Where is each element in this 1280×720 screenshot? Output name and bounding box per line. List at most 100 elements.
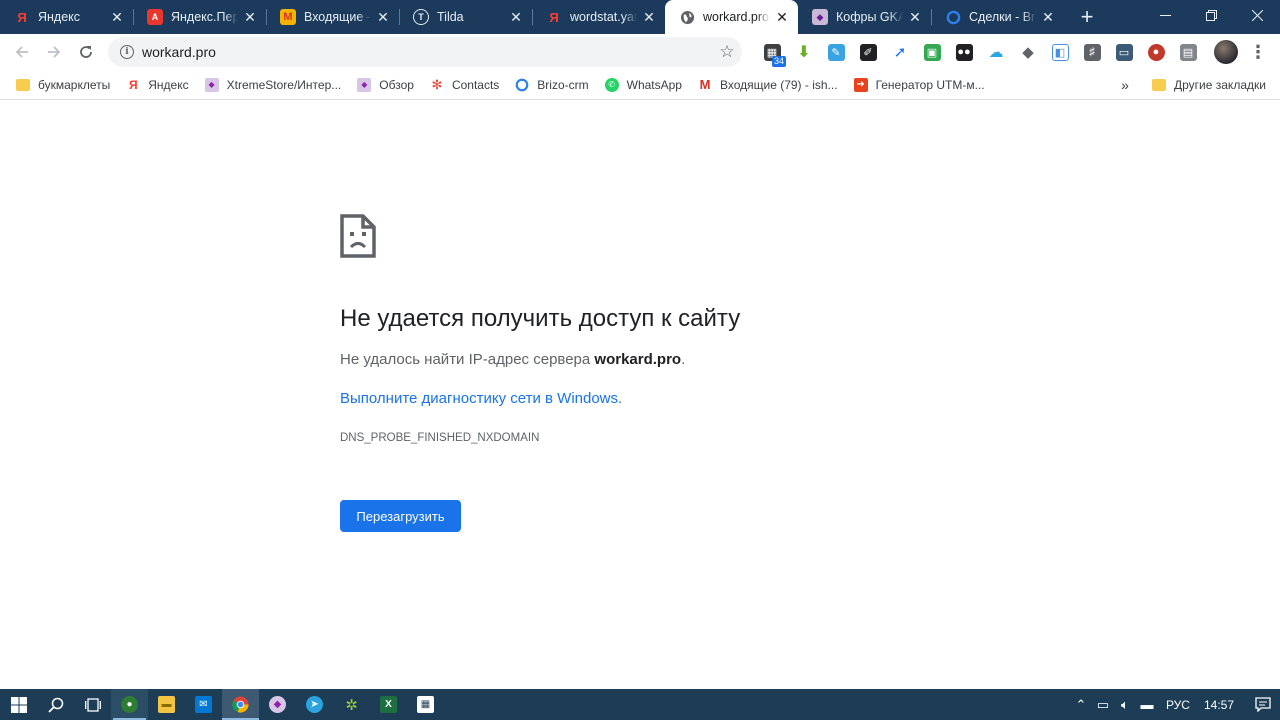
url-text[interactable]: workard.pro xyxy=(142,44,712,60)
bookmark-label: XtremeStore/Интер... xyxy=(226,77,342,92)
close-icon[interactable]: ✕ xyxy=(508,9,524,25)
tab-tilda[interactable]: T Tilda ✕ xyxy=(399,0,532,34)
yandex-icon: Я xyxy=(549,9,559,25)
minimize-button[interactable] xyxy=(1142,0,1188,30)
window-close-button[interactable] xyxy=(1234,0,1280,30)
minimize-icon xyxy=(1159,14,1171,16)
taskbar-app-chrome[interactable] xyxy=(222,689,259,720)
bookmark-item[interactable]: ◆ XtremeStore/Интер... xyxy=(197,71,350,99)
bookmark-label: Входящие (79) - ish... xyxy=(719,77,838,92)
restore-button[interactable] xyxy=(1188,0,1234,30)
menu-button[interactable]: ⋮ xyxy=(1246,34,1270,70)
notification-button[interactable] xyxy=(1246,697,1280,712)
reload-icon xyxy=(80,46,92,58)
extension-button[interactable]: ☁ xyxy=(980,34,1012,70)
tab-workard[interactable]: workard.pro ✕ xyxy=(665,0,798,34)
extension-button[interactable]: ⬇ xyxy=(788,34,820,70)
info-icon[interactable]: i xyxy=(120,45,134,59)
reload-button[interactable] xyxy=(70,36,102,68)
network-diagnostics-link[interactable]: Выполните диагностику сети в Windows xyxy=(340,390,618,407)
extension-button[interactable]: ✐ xyxy=(852,34,884,70)
back-button[interactable] xyxy=(6,36,38,68)
tab-yandex-translate[interactable]: A Яндекс.Персональный ✕ xyxy=(133,0,266,34)
extension-button[interactable]: ✎ xyxy=(820,34,852,70)
error-title: Не удается получить доступ к сайту xyxy=(340,305,741,332)
edit-icon: ✎ xyxy=(827,43,845,61)
bookmark-item[interactable]: M Входящие (79) - ish... xyxy=(690,71,846,99)
close-icon[interactable]: ✕ xyxy=(641,9,657,25)
forward-button[interactable] xyxy=(38,36,70,68)
task-view-icon xyxy=(84,697,101,712)
clock[interactable]: 14:57 xyxy=(1198,698,1246,712)
volume-icon[interactable]: 🔈︎ xyxy=(1114,697,1136,713)
chart-icon: ➚ xyxy=(893,44,907,61)
other-bookmarks-folder[interactable]: Другие закладки xyxy=(1144,70,1274,100)
extension-button[interactable]: ➚ xyxy=(884,34,916,70)
start-button[interactable] xyxy=(0,689,37,720)
close-icon[interactable]: ✕ xyxy=(375,9,391,25)
avatar[interactable] xyxy=(1214,40,1238,64)
taskbar-app-paint[interactable]: ◆ xyxy=(259,689,296,720)
taskbar-app-telegram[interactable]: ➤ xyxy=(296,689,333,720)
bookmark-item[interactable]: Я Яндекс xyxy=(118,71,196,99)
seo-icon: ▣ xyxy=(923,43,941,61)
star-icon[interactable]: ☆ xyxy=(712,42,742,62)
bookmark-folder[interactable]: букмарклеты xyxy=(8,71,118,99)
bookmark-item[interactable]: ✻ Contacts xyxy=(422,71,507,99)
tab-brizo[interactable]: Сделки - Brizo ✕ xyxy=(931,0,1064,34)
tab-title: workard.pro xyxy=(703,10,769,24)
sad-document-icon xyxy=(340,214,376,258)
extension-button[interactable]: ♯ xyxy=(1076,34,1108,70)
extension-button[interactable]: ▣ xyxy=(916,34,948,70)
taskbar-app-explorer[interactable]: ▬ xyxy=(148,689,185,720)
close-icon[interactable]: ✕ xyxy=(1040,9,1056,25)
tab-gmail[interactable]: M Входящие – Gmail ✕ xyxy=(266,0,399,34)
bookmark-item[interactable]: ✆ WhatsApp xyxy=(597,71,690,99)
task-view-button[interactable] xyxy=(74,689,111,720)
bookmark-item[interactable]: ◆ Обзор xyxy=(349,71,422,99)
bookmark-label: Другие закладки xyxy=(1174,78,1266,92)
tab-yandex[interactable]: Я Яндекс ✕ xyxy=(0,0,133,34)
extension-button[interactable]: ◆ xyxy=(1012,34,1044,70)
bookmark-item[interactable]: Brizo-crm xyxy=(507,71,596,99)
taskbar-app-maps[interactable]: ● xyxy=(111,689,148,720)
download-icon: ⬇ xyxy=(797,44,811,61)
extensions-bar: ▦ 34 ⬇ ✎ ✐ ➚ ▣ ●● ☁ ◆ ◧ ♯ ▭ ● ▤ xyxy=(756,34,1204,70)
reload-page-button[interactable]: Перезагрузить xyxy=(340,500,461,532)
error-message-suffix: . xyxy=(681,351,686,368)
taskbar-app-calculator[interactable]: ▦ xyxy=(407,689,444,720)
system-tray: ⌃ ▭ 🔈︎ ▬ РУС 14:57 xyxy=(1070,689,1280,720)
tab-wordstat[interactable]: Я wordstat.yandex ✕ xyxy=(532,0,665,34)
taskbar-app-excel[interactable]: X xyxy=(370,689,407,720)
new-tab-button[interactable]: + xyxy=(1072,0,1102,34)
close-icon[interactable]: ✕ xyxy=(242,9,258,25)
taskbar-app-mail[interactable]: ✉ xyxy=(185,689,222,720)
bookmark-item[interactable]: ➜ Генератор UTM-м... xyxy=(846,71,993,99)
network-icon[interactable]: ▭ xyxy=(1092,697,1114,713)
extension-button[interactable]: ◧ xyxy=(1044,34,1076,70)
language-indicator[interactable]: РУС xyxy=(1158,698,1198,712)
archive-icon: ▤ xyxy=(1179,43,1197,61)
extension-button[interactable]: ▤ xyxy=(1172,34,1204,70)
bookmark-label: Обзор xyxy=(379,77,414,92)
close-icon[interactable]: ✕ xyxy=(109,9,125,25)
taskbar-app-utility[interactable]: ✲ xyxy=(333,689,370,720)
chevron-up-icon[interactable]: ⌃ xyxy=(1070,697,1092,713)
close-icon[interactable]: ✕ xyxy=(774,9,790,25)
bookmarks-overflow-button[interactable]: » xyxy=(1114,70,1136,100)
close-icon[interactable]: ✕ xyxy=(907,9,923,25)
battery-icon[interactable]: ▬ xyxy=(1136,697,1158,712)
pen-icon: ✐ xyxy=(859,43,877,61)
extension-button[interactable]: ●● xyxy=(948,34,980,70)
extension-button[interactable]: ▦ 34 xyxy=(756,34,788,70)
tab-title: Яндекс.Персональный xyxy=(171,10,238,24)
extension-button[interactable]: ▭ xyxy=(1108,34,1140,70)
extension-button[interactable]: ● xyxy=(1140,34,1172,70)
tab-strip: Я Яндекс ✕ A Яндекс.Персональный ✕ M Вхо… xyxy=(0,0,1280,34)
search-button[interactable] xyxy=(37,689,74,720)
sphere-icon: ● xyxy=(1147,43,1165,61)
telegram-icon: ➤ xyxy=(306,696,323,713)
address-bar[interactable]: i workard.pro ☆ xyxy=(108,37,742,67)
mail-icon: M xyxy=(280,9,296,25)
tab-gka[interactable]: ◆ Кофры GKA ✕ xyxy=(798,0,931,34)
